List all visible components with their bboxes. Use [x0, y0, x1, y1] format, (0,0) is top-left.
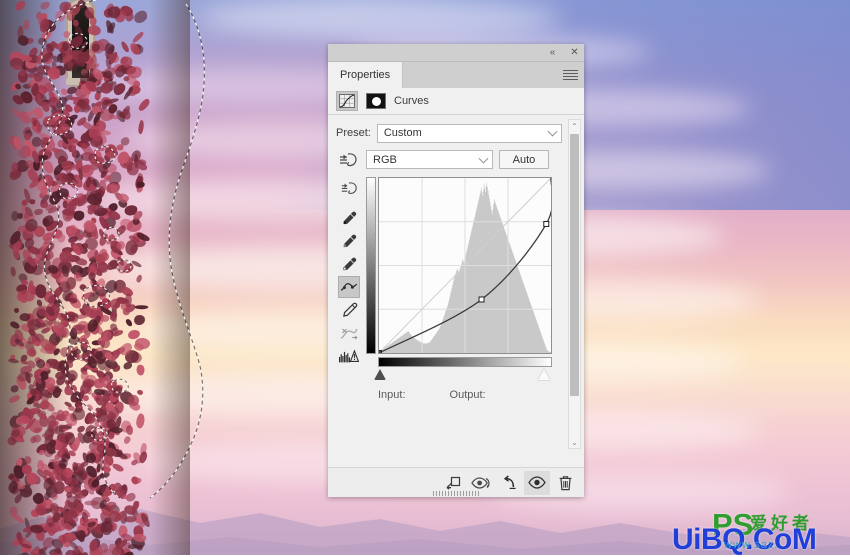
stone-tower	[0, 0, 200, 555]
scroll-down-arrow-icon[interactable]: ⌄	[569, 436, 580, 448]
histogram-clipping-warning-icon[interactable]	[338, 345, 360, 367]
curves-panel-body: Preset: Custom RGB Auto	[328, 115, 584, 451]
white-point-slider[interactable]	[538, 369, 550, 380]
toggle-visibility-button[interactable]	[524, 471, 550, 495]
black-point-eyedropper-icon[interactable]	[338, 207, 360, 229]
scroll-up-arrow-icon[interactable]: ⌃	[569, 120, 580, 132]
on-image-adjustment-icon[interactable]	[336, 149, 360, 170]
panel-title-bar[interactable]: « ✕	[328, 44, 584, 62]
panel-menu-icon[interactable]	[563, 68, 578, 82]
curve-edit-point-icon[interactable]	[338, 276, 360, 298]
output-gradient-bar	[366, 177, 376, 354]
gray-point-eyedropper-icon[interactable]	[338, 230, 360, 252]
panel-footer-toolbar	[328, 467, 584, 497]
curve-tools-column	[336, 177, 362, 369]
curve-svg	[379, 178, 551, 353]
properties-panel[interactable]: « ✕ Properties Curves Preset:	[328, 44, 584, 497]
channel-select[interactable]: RGB	[366, 150, 493, 169]
tab-properties[interactable]: Properties	[328, 62, 403, 88]
curve-editor: Input: Output:	[336, 177, 558, 392]
preset-select[interactable]: Custom	[377, 124, 562, 143]
tower-arrow-slit-window	[72, 4, 89, 80]
smooth-curve-icon[interactable]	[338, 322, 360, 344]
sample-in-image-icon[interactable]	[338, 177, 360, 199]
tower-window-sill	[66, 78, 96, 85]
auto-button[interactable]: Auto	[499, 150, 549, 169]
collapse-panel-icon[interactable]: «	[546, 47, 559, 60]
chevron-down-icon	[548, 127, 558, 137]
white-point-eyedropper-icon[interactable]	[338, 253, 360, 275]
curve-control-point[interactable]	[479, 297, 484, 302]
channel-row: RGB Auto	[328, 149, 584, 170]
input-label: Input:	[378, 389, 406, 401]
curves-adjustment-icon[interactable]	[336, 91, 358, 111]
curve-graph[interactable]	[378, 177, 552, 354]
close-panel-icon[interactable]: ✕	[568, 47, 581, 60]
panel-vertical-scrollbar[interactable]: ⌃ ⌄	[568, 119, 581, 449]
mask-shape	[372, 97, 381, 106]
input-gradient-bar	[378, 357, 552, 367]
preset-value: Custom	[384, 127, 422, 139]
layer-mask-thumbnail[interactable]	[366, 93, 386, 109]
delete-adjustment-button[interactable]	[552, 471, 578, 495]
curve-graph-holder	[366, 177, 552, 369]
panel-tab-strip[interactable]: Properties	[328, 62, 584, 88]
auto-button-label: Auto	[513, 154, 536, 166]
curve-control-point[interactable]	[544, 221, 549, 226]
channel-value: RGB	[373, 154, 397, 166]
adjustment-header: Curves	[328, 88, 584, 115]
adjustment-name-label: Curves	[394, 95, 429, 107]
scrollbar-thumb[interactable]	[570, 134, 579, 396]
preset-row: Preset: Custom	[328, 123, 584, 143]
tab-properties-label: Properties	[340, 69, 390, 81]
preset-label: Preset:	[336, 127, 371, 139]
pencil-draw-curve-icon[interactable]	[338, 299, 360, 321]
reset-adjustment-button[interactable]	[496, 471, 522, 495]
panel-resize-grip[interactable]	[433, 491, 479, 496]
curve-control-point[interactable]	[379, 351, 382, 354]
output-label: Output:	[450, 389, 486, 401]
input-output-row: Input: Output:	[378, 389, 486, 401]
tower-left-shadow	[0, 0, 70, 555]
black-point-slider[interactable]	[374, 369, 386, 380]
chevron-down-icon	[479, 153, 489, 163]
panel-window-controls: « ✕	[546, 44, 581, 62]
tower-right-shadow	[150, 0, 190, 555]
